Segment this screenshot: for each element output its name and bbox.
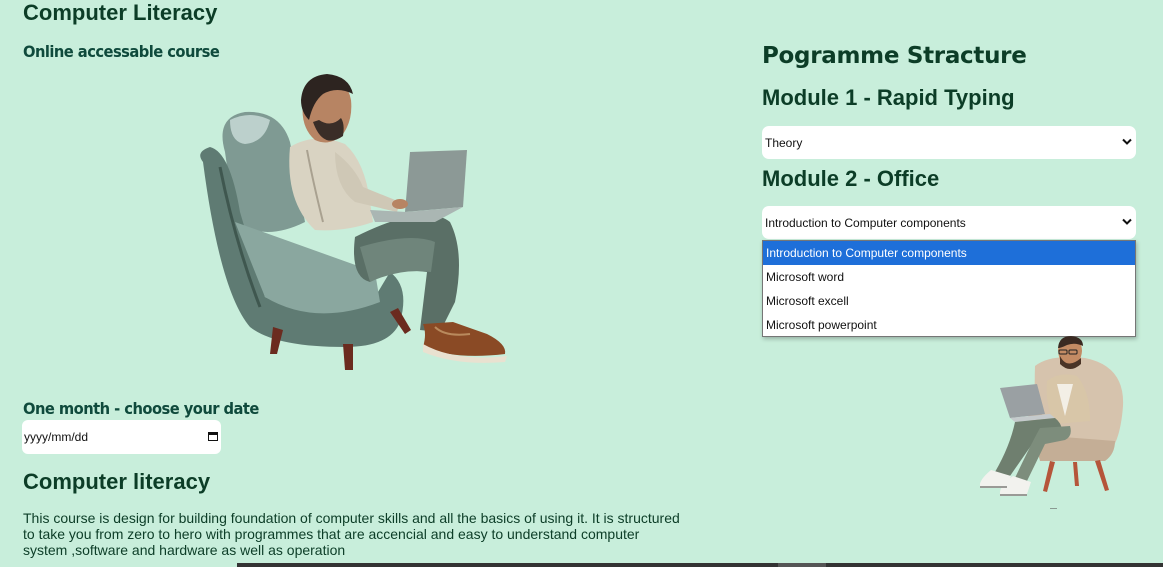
module2-title: Module 2 - Office — [762, 166, 940, 191]
chevron-down-icon — [1122, 218, 1132, 225]
dropdown-option[interactable]: Microsoft excell — [763, 289, 1135, 313]
module1-selected-value: Theory — [765, 135, 803, 150]
dropdown-option[interactable]: Introduction to Computer components — [763, 241, 1135, 265]
module2-selected-value: Introduction to Computer components — [765, 215, 966, 230]
module1-title: Module 1 - Rapid Typing — [762, 85, 1015, 110]
course-description: This course is design for building found… — [23, 510, 680, 558]
programme-title: Pogramme Stracture — [762, 43, 1027, 69]
date-input[interactable]: yyyy/mm/dd — [22, 420, 221, 454]
man-on-beige-chair-illustration — [979, 336, 1124, 496]
module1-select[interactable]: Theory — [762, 126, 1136, 159]
divider — [1050, 508, 1057, 509]
page-title: Computer Literacy — [23, 0, 218, 25]
horizontal-scrollbar[interactable] — [237, 563, 1163, 567]
scrollbar-thumb[interactable] — [778, 563, 826, 567]
module2-select[interactable]: Introduction to Computer components — [762, 206, 1136, 239]
date-input-placeholder: yyyy/mm/dd — [24, 430, 89, 444]
course-subtitle: Online accessable course — [23, 42, 220, 61]
man-on-armchair-illustration — [200, 74, 507, 370]
calendar-icon[interactable] — [208, 431, 218, 441]
module2-dropdown-list[interactable]: Introduction to Computer components Micr… — [762, 240, 1136, 337]
duration-label: One month - choose your date — [23, 399, 259, 418]
chevron-down-icon — [1122, 138, 1132, 145]
dropdown-option[interactable]: Microsoft powerpoint — [763, 313, 1135, 337]
dropdown-option[interactable]: Microsoft word — [763, 265, 1135, 289]
section-heading: Computer literacy — [23, 469, 211, 494]
